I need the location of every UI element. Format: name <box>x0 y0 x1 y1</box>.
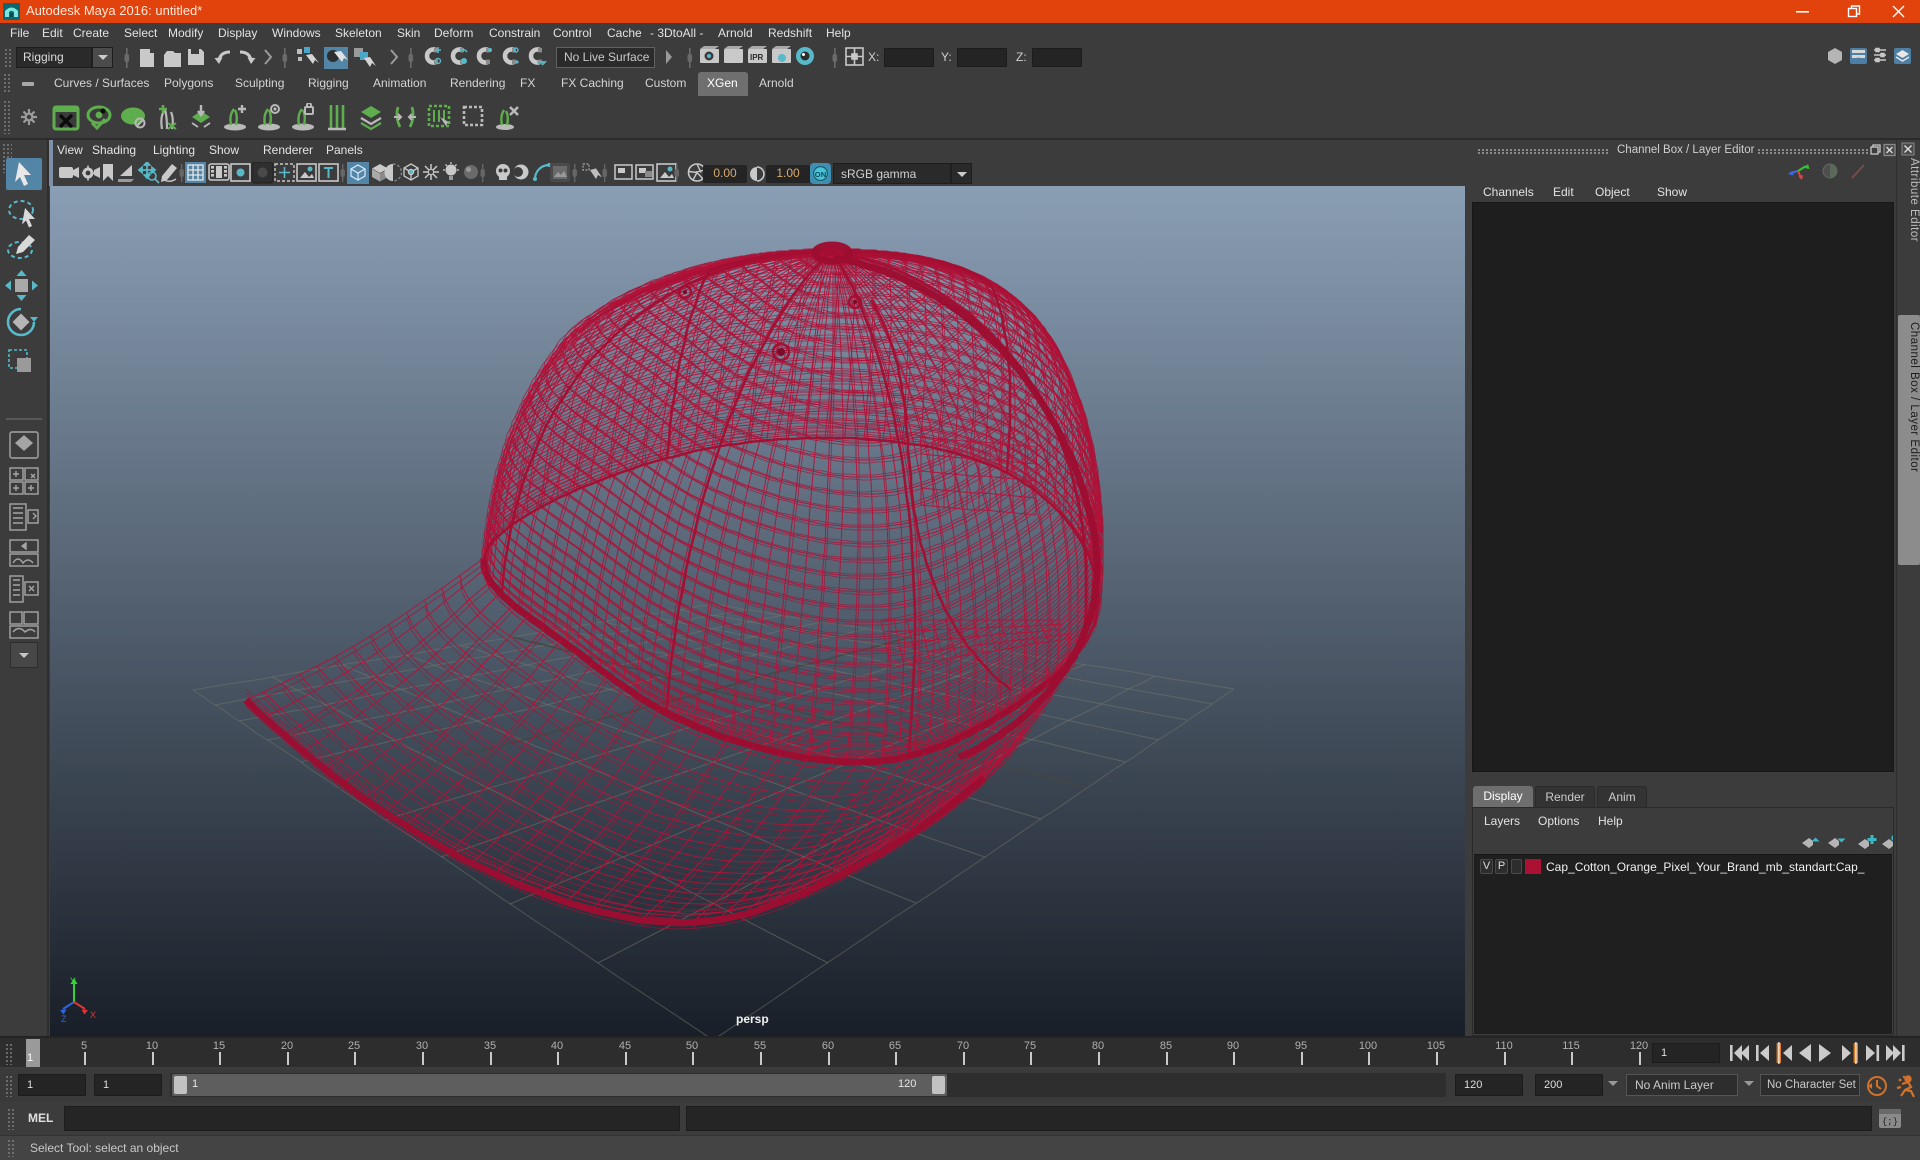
svg-text:X: X <box>90 1010 96 1020</box>
svg-text:Y: Y <box>70 976 76 986</box>
svg-text:Z: Z <box>61 1014 67 1024</box>
svg-text:IPR: IPR <box>750 53 764 62</box>
svg-text:{;}: {;} <box>1882 1117 1898 1127</box>
svg-text:ON: ON <box>815 170 826 179</box>
